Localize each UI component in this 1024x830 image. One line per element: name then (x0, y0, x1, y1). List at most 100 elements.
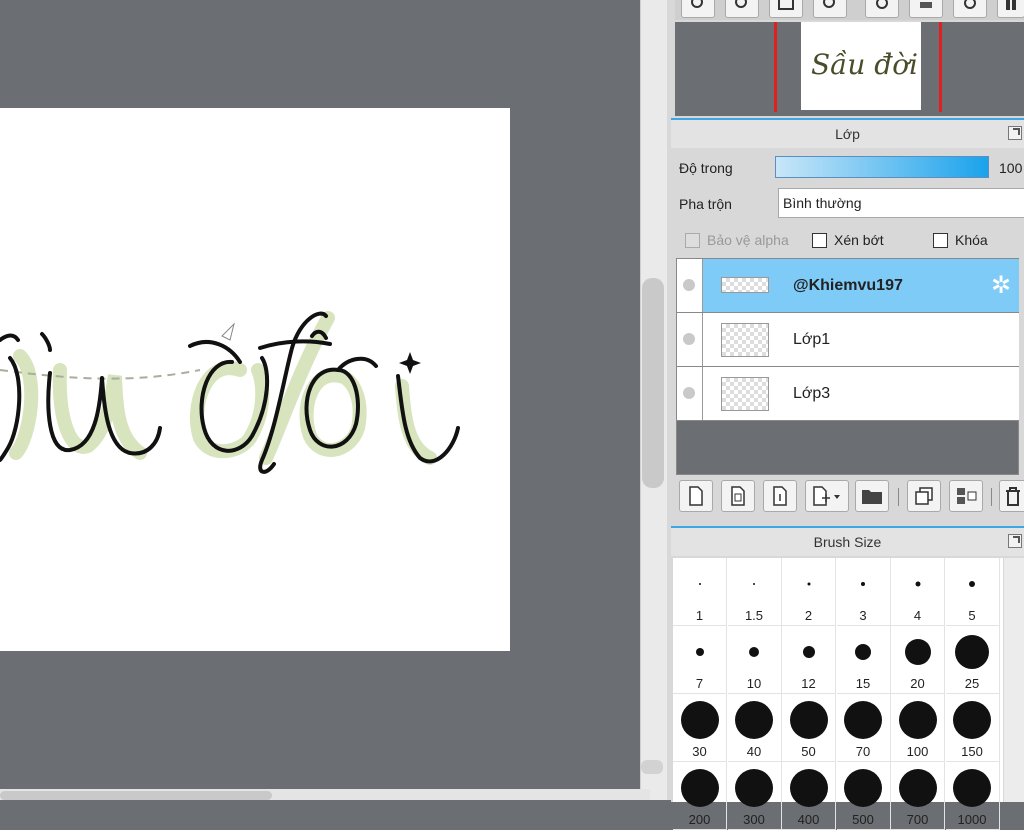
brush-size-option[interactable]: 15 (836, 626, 891, 694)
layer-name: @Khiemvu197 (793, 277, 903, 294)
brush-size-option[interactable]: 3 (836, 558, 891, 626)
rotate-ccw-button[interactable] (865, 0, 899, 18)
rotate-ccw-icon (876, 0, 888, 9)
brush-size-option[interactable]: 20 (891, 626, 945, 694)
brush-size-option[interactable]: 30 (673, 694, 727, 762)
brush-size-option[interactable]: 25 (945, 626, 1000, 694)
popout-icon[interactable] (1008, 534, 1022, 548)
vertical-scrollbar-end[interactable] (641, 760, 663, 774)
layer-visibility-toggle[interactable] (677, 313, 703, 366)
vertical-scrollbar-thumb[interactable] (642, 278, 664, 488)
brush-size-label: 150 (961, 744, 983, 759)
brush-size-dot (898, 701, 937, 739)
brush-size-dot (898, 769, 937, 807)
popout-icon[interactable] (1008, 126, 1022, 140)
new-layer-icon (689, 486, 703, 506)
add-layer-dropdown-button[interactable] (805, 480, 849, 512)
rotate-cw-button[interactable] (953, 0, 987, 18)
opacity-slider[interactable] (775, 156, 989, 178)
flip-button[interactable] (909, 0, 943, 18)
artwork (0, 311, 460, 474)
brush-size-dot (789, 701, 828, 739)
brush-size-option[interactable]: 150 (945, 694, 1000, 762)
brush-size-option[interactable]: 700 (891, 762, 945, 830)
brush-size-option[interactable]: 500 (836, 762, 891, 830)
brush-panel-scrollbar[interactable] (1004, 558, 1024, 802)
brush-size-option[interactable]: 5 (945, 558, 1000, 626)
new-layer-button[interactable] (679, 480, 713, 512)
zoom-fit-button[interactable] (725, 0, 759, 18)
brush-size-dot (789, 769, 828, 807)
merge-layer-button[interactable] (949, 480, 983, 512)
layer-thumbnail (721, 323, 769, 357)
brush-size-option[interactable]: 1000 (945, 762, 1000, 830)
layer-body[interactable]: @Khiemvu197 ✲ (703, 259, 1019, 312)
toolbar-divider (898, 488, 899, 506)
brush-size-dot (844, 701, 882, 739)
brush-size-label: 400 (797, 812, 820, 827)
brush-size-dot (861, 582, 865, 586)
zoom-fit-icon (735, 0, 747, 8)
brush-size-label: 40 (746, 744, 762, 759)
lock-checkbox[interactable]: Khóa (933, 232, 988, 248)
layer-visibility-toggle[interactable] (677, 367, 703, 420)
brush-size-dot (698, 583, 701, 585)
brush-size-option[interactable]: 2 (782, 558, 836, 626)
brush-size-option[interactable]: 50 (782, 694, 836, 762)
duplicate-layer-button[interactable] (907, 480, 941, 512)
canvas-workspace[interactable] (0, 0, 640, 800)
brush-size-option[interactable]: 12 (782, 626, 836, 694)
layer-name: Lớp1 (793, 331, 831, 348)
clipping-checkbox[interactable]: Xén bớt (812, 232, 884, 248)
clipping-label: Xén bớt (834, 232, 884, 248)
brush-size-option[interactable]: 7 (673, 626, 727, 694)
layer-row[interactable]: Lớp3 (677, 367, 1019, 421)
brush-size-option[interactable]: 4 (891, 558, 945, 626)
merge-layer-icon (957, 488, 977, 504)
brush-size-label: 1 (695, 608, 704, 623)
canvas-paper[interactable] (0, 108, 510, 651)
delete-layer-button[interactable] (999, 480, 1024, 512)
brush-size-option[interactable]: 10 (727, 626, 782, 694)
layer-body[interactable]: Lớp3 (703, 367, 1019, 420)
navigator-thumbnail-text: Sầu đời (811, 48, 919, 81)
zoom-in-button[interactable] (681, 0, 715, 18)
more-icon (1006, 0, 1016, 10)
fullscreen-button[interactable] (769, 0, 803, 18)
horizontal-scrollbar-thumb[interactable] (0, 791, 272, 800)
blend-mode-select[interactable]: Bình thường (778, 188, 1024, 218)
brush-size-option[interactable]: 40 (727, 694, 782, 762)
layer-toolbar (679, 476, 1024, 516)
brush-size-label: 5 (968, 608, 976, 623)
brush-size-dot (680, 701, 719, 739)
clipping-box (812, 232, 827, 248)
brush-size-option[interactable]: 100 (891, 694, 945, 762)
new-1bit-layer-button[interactable] (763, 480, 797, 512)
navigator-thumbnail[interactable]: Sầu đời (801, 22, 921, 110)
more-button[interactable] (997, 0, 1024, 18)
brush-size-option[interactable]: 70 (836, 694, 891, 762)
layer-body[interactable]: Lớp1 (703, 313, 1019, 366)
zoom-out-button[interactable] (813, 0, 847, 18)
brush-size-label: 12 (801, 676, 816, 691)
brush-size-dot (802, 646, 815, 658)
brush-size-dot (953, 769, 991, 807)
brush-size-dot (915, 581, 920, 587)
brush-size-dot (680, 769, 719, 807)
layer-row[interactable]: Lớp1 (677, 313, 1019, 367)
brush-size-option[interactable]: 1.5 (727, 558, 782, 626)
brush-size-option[interactable]: 1 (673, 558, 727, 626)
brush-size-option[interactable]: 400 (782, 762, 836, 830)
new-folder-button[interactable] (855, 480, 889, 512)
brush-size-option[interactable]: 200 (673, 762, 727, 830)
brush-size-option[interactable]: 300 (727, 762, 782, 830)
new-8bit-layer-button[interactable] (721, 480, 755, 512)
blend-mode-label: Pha trộn (679, 196, 732, 212)
protect-alpha-checkbox[interactable]: Bảo vệ alpha (685, 232, 789, 248)
brush-size-dot (807, 582, 810, 586)
paper-plane-doodle (221, 322, 235, 341)
navigator-preview[interactable]: Sầu đời (675, 22, 1024, 116)
gear-icon[interactable]: ✲ (989, 274, 1013, 298)
layer-visibility-toggle[interactable] (677, 259, 703, 312)
layer-row[interactable]: @Khiemvu197 ✲ (677, 259, 1019, 313)
